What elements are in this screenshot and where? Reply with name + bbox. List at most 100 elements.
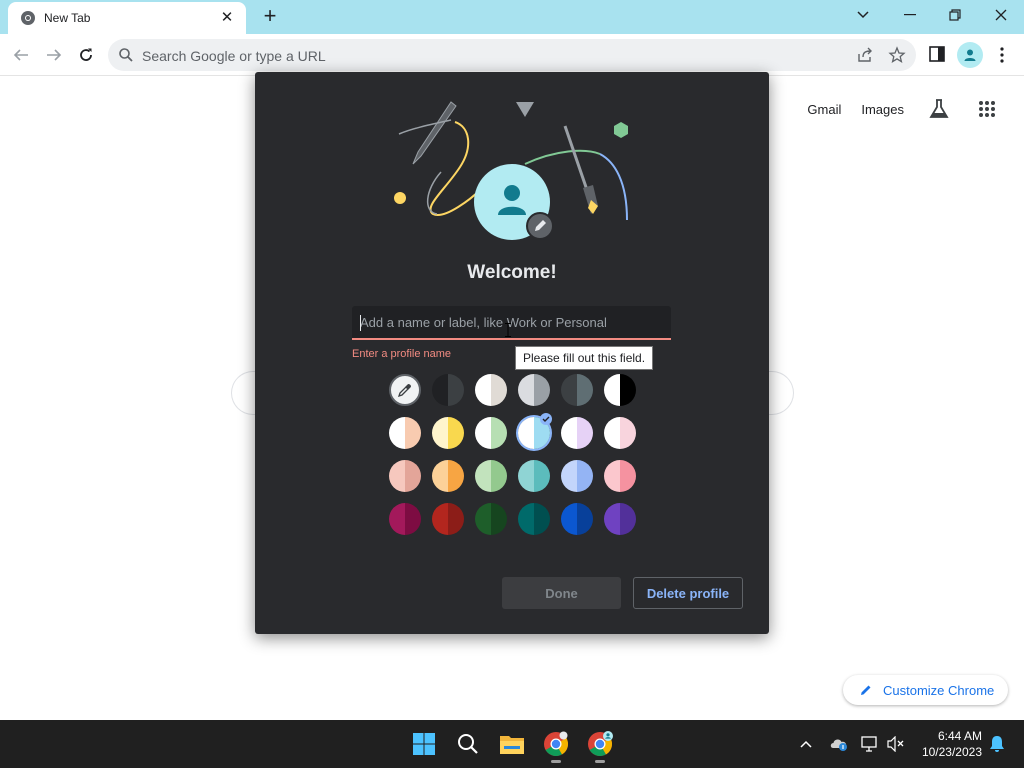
pencil-icon xyxy=(861,685,871,695)
swatch-left-half xyxy=(518,460,534,492)
minimize-icon[interactable] xyxy=(898,5,922,25)
swatch-left-half xyxy=(561,503,577,535)
omnibox[interactable]: Search Google or type a URL xyxy=(108,39,916,71)
swatch-left-half xyxy=(475,460,491,492)
eyedropper-icon xyxy=(397,384,411,398)
file-explorer-icon[interactable] xyxy=(496,728,528,760)
color-swatch[interactable] xyxy=(604,374,636,406)
tab-new-tab[interactable]: New Tab ✕ xyxy=(8,2,246,34)
profile-name-error: Enter a profile name xyxy=(352,348,452,360)
chrome-menu-icon[interactable] xyxy=(994,44,1010,66)
color-swatch[interactable] xyxy=(475,374,507,406)
color-swatch[interactable] xyxy=(432,374,464,406)
swatch-right-half xyxy=(405,417,421,449)
done-button[interactable]: Done xyxy=(502,577,621,609)
text-caret xyxy=(360,315,361,331)
pencil-doodle-icon xyxy=(398,101,457,165)
forward-icon[interactable] xyxy=(42,43,66,67)
swatch-left-half xyxy=(604,460,620,492)
clock-time: 6:44 AM xyxy=(937,729,982,743)
swatch-right-half xyxy=(620,503,636,535)
color-swatch[interactable] xyxy=(389,417,421,449)
apps-grid-icon[interactable] xyxy=(974,96,1000,122)
swatch-right-half xyxy=(448,374,464,406)
color-swatch[interactable] xyxy=(432,460,464,492)
color-swatch[interactable] xyxy=(561,460,593,492)
gmail-link[interactable]: Gmail xyxy=(807,102,841,117)
swatch-right-half xyxy=(491,417,507,449)
color-swatch[interactable] xyxy=(604,417,636,449)
swatch-left-half xyxy=(604,503,620,535)
tab-search-chevron-icon[interactable] xyxy=(851,5,875,25)
network-icon[interactable] xyxy=(860,734,880,754)
running-indicator xyxy=(551,760,561,763)
delete-profile-button[interactable]: Delete profile xyxy=(633,577,743,609)
swatch-left-half xyxy=(389,503,405,535)
swatch-right-half xyxy=(620,374,636,406)
color-swatch[interactable] xyxy=(475,417,507,449)
onedrive-icon[interactable] xyxy=(829,734,849,754)
color-swatch[interactable] xyxy=(561,374,593,406)
reload-icon[interactable] xyxy=(74,43,98,67)
ntp-top-links: Gmail Images xyxy=(787,96,1000,122)
chrome-taskbar-icon[interactable] xyxy=(540,728,572,763)
running-indicator xyxy=(595,760,605,763)
swatch-left-half xyxy=(432,374,448,406)
swatch-right-half xyxy=(620,417,636,449)
welcome-illustration xyxy=(394,101,628,240)
color-swatch[interactable] xyxy=(432,503,464,535)
color-swatch[interactable] xyxy=(604,460,636,492)
labs-flask-icon[interactable] xyxy=(926,96,952,122)
taskbar-search-icon[interactable] xyxy=(452,728,484,760)
color-swatch[interactable] xyxy=(561,503,593,535)
bookmark-star-icon[interactable] xyxy=(888,46,906,64)
windows-taskbar: 6:44 AM 10/23/2023 xyxy=(0,720,1024,768)
color-swatch[interactable] xyxy=(389,460,421,492)
back-icon[interactable] xyxy=(9,43,33,67)
taskbar-clock[interactable]: 6:44 AM 10/23/2023 xyxy=(912,728,982,760)
checkmark-icon xyxy=(540,413,552,425)
custom-color-picker-button[interactable] xyxy=(389,374,421,406)
paintbrush-doodle-icon xyxy=(563,125,598,214)
toolbar: Search Google or type a URL xyxy=(0,34,1024,76)
swatch-left-half xyxy=(518,417,534,449)
close-window-icon[interactable] xyxy=(989,5,1013,25)
windows-start-icon[interactable] xyxy=(408,728,440,760)
color-swatch[interactable] xyxy=(475,460,507,492)
tab-close-icon[interactable]: ✕ xyxy=(218,9,236,27)
color-swatch[interactable] xyxy=(432,417,464,449)
color-swatch[interactable] xyxy=(518,460,550,492)
volume-muted-icon[interactable] xyxy=(886,734,906,754)
color-swatch[interactable] xyxy=(518,503,550,535)
side-panel-icon[interactable] xyxy=(928,45,946,63)
profile-avatar-button[interactable] xyxy=(957,42,983,68)
customize-chrome-button[interactable]: Customize Chrome xyxy=(843,675,1008,705)
color-swatch[interactable] xyxy=(604,503,636,535)
images-link[interactable]: Images xyxy=(861,102,904,117)
profile-name-input[interactable] xyxy=(352,306,671,338)
new-tab-button[interactable]: + xyxy=(258,5,282,28)
swatch-left-half xyxy=(604,417,620,449)
share-icon[interactable] xyxy=(856,46,874,64)
swatch-left-half xyxy=(432,503,448,535)
restore-icon[interactable] xyxy=(943,5,967,25)
clock-date: 10/23/2023 xyxy=(921,745,982,759)
swatch-left-half xyxy=(518,374,534,406)
swatch-left-half xyxy=(561,374,577,406)
color-swatch[interactable] xyxy=(561,417,593,449)
chrome-profile-taskbar-icon[interactable] xyxy=(584,728,616,763)
color-swatch[interactable] xyxy=(518,374,550,406)
tray-overflow-chevron-icon[interactable] xyxy=(796,734,816,754)
swatch-left-half xyxy=(389,417,405,449)
notification-bell-icon[interactable] xyxy=(987,734,1007,754)
swatch-right-half xyxy=(405,460,421,492)
swatch-left-half xyxy=(561,460,577,492)
profile-customization-dialog: Welcome! Enter a profile name Please fil… xyxy=(255,72,769,634)
color-swatch[interactable] xyxy=(475,503,507,535)
color-swatch[interactable] xyxy=(389,503,421,535)
swatch-left-half xyxy=(475,417,491,449)
swatch-left-half xyxy=(561,417,577,449)
swatch-right-half xyxy=(491,460,507,492)
swatch-right-half xyxy=(577,460,593,492)
person-icon xyxy=(964,49,976,61)
